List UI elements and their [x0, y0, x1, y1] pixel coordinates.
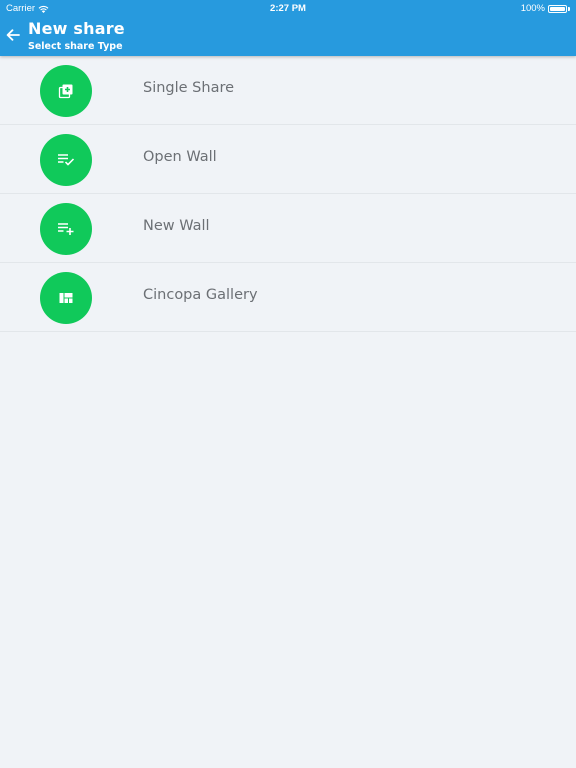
share-type-label: Cincopa Gallery — [143, 287, 258, 303]
status-bar-right: 100% — [521, 3, 570, 14]
share-type-icon-badge — [40, 203, 92, 255]
arrow-left-icon — [6, 29, 20, 41]
share-type-label: Single Share — [143, 80, 235, 96]
app-header: Carrier 2:27 PM 100% New share Select sh… — [0, 0, 576, 56]
share-type-icon-badge — [40, 272, 92, 324]
share-type-cincopa-gallery[interactable]: Cincopa Gallery — [0, 263, 576, 332]
share-type-icon-badge — [40, 134, 92, 186]
back-button[interactable] — [4, 27, 22, 43]
share-type-single-share[interactable]: Single Share — [0, 56, 576, 125]
playlist-add-icon — [58, 223, 74, 235]
gallery-grid-icon — [59, 293, 73, 303]
battery-tip — [568, 6, 570, 11]
share-type-label: Open Wall — [143, 149, 217, 165]
battery-fill — [550, 6, 565, 11]
page-subtitle: Select share Type — [28, 41, 123, 52]
status-bar: Carrier 2:27 PM 100% — [0, 0, 576, 16]
share-type-open-wall[interactable]: Open Wall — [0, 125, 576, 194]
battery-icon — [548, 4, 567, 13]
status-time: 2:27 PM — [270, 3, 306, 14]
share-type-label: New Wall — [143, 218, 210, 234]
share-type-new-wall[interactable]: New Wall — [0, 194, 576, 263]
share-type-icon-badge — [40, 65, 92, 117]
add-to-library-icon — [58, 84, 73, 99]
battery-percent: 100% — [520, 3, 545, 14]
playlist-check-icon — [58, 154, 75, 166]
page-title: New share — [28, 19, 125, 38]
share-type-list: Single Share Open Wall New Wall Cincopa … — [0, 56, 576, 332]
